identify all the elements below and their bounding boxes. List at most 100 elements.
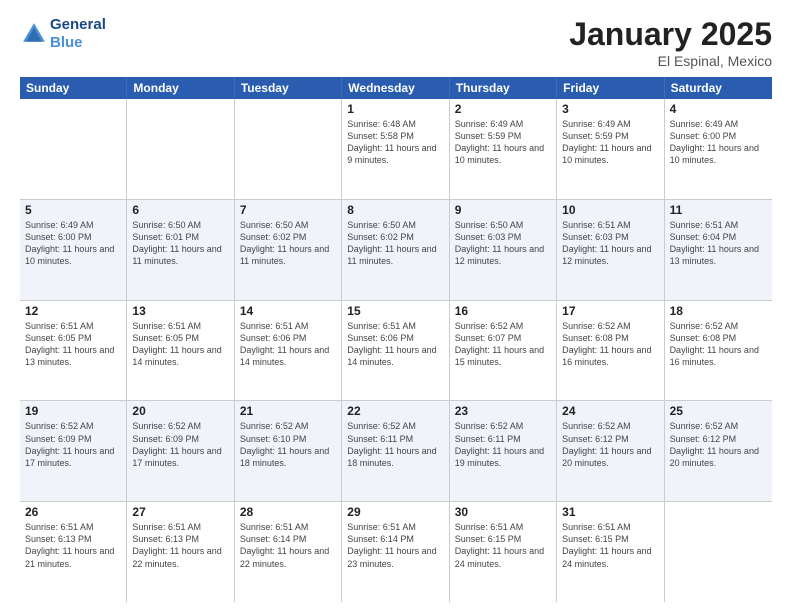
calendar-header-row: SundayMondayTuesdayWednesdayThursdayFrid…: [20, 77, 772, 99]
cell-info: Sunrise: 6:51 AM Sunset: 6:14 PM Dayligh…: [347, 521, 443, 570]
cell-info: Sunrise: 6:50 AM Sunset: 6:01 PM Dayligh…: [132, 219, 228, 268]
cell-info: Sunrise: 6:49 AM Sunset: 5:59 PM Dayligh…: [562, 118, 658, 167]
day-number: 28: [240, 505, 336, 519]
calendar-cell: 21 Sunrise: 6:52 AM Sunset: 6:10 PM Dayli…: [235, 401, 342, 501]
calendar-cell: 16 Sunrise: 6:52 AM Sunset: 6:07 PM Dayli…: [450, 301, 557, 401]
calendar-cell: 4 Sunrise: 6:49 AM Sunset: 6:00 PM Daylig…: [665, 99, 772, 199]
calendar-cell: 30Sunrise: 6:51 AM Sunset: 6:15 PM Dayli…: [450, 502, 557, 602]
calendar-cell: 10Sunrise: 6:51 AM Sunset: 6:03 PM Dayli…: [557, 200, 664, 300]
day-number: 21: [240, 404, 336, 418]
day-number: 27: [132, 505, 228, 519]
cell-info: Sunrise: 6:52 AM Sunset: 6:11 PM Dayligh…: [455, 420, 551, 469]
day-number: 6: [132, 203, 228, 217]
cell-info: Sunrise: 6:51 AM Sunset: 6:15 PM Dayligh…: [562, 521, 658, 570]
cell-info: Sunrise: 6:48 AM Sunset: 5:58 PM Dayligh…: [347, 118, 443, 167]
calendar-header-cell: Monday: [127, 77, 234, 99]
cell-info: Sunrise: 6:51 AM Sunset: 6:05 PM Dayligh…: [132, 320, 228, 369]
cell-info: Sunrise: 6:50 AM Sunset: 6:02 PM Dayligh…: [240, 219, 336, 268]
calendar-cell: 7 Sunrise: 6:50 AM Sunset: 6:02 PM Daylig…: [235, 200, 342, 300]
cell-info: Sunrise: 6:52 AM Sunset: 6:09 PM Dayligh…: [132, 420, 228, 469]
calendar-cell: 14Sunrise: 6:51 AM Sunset: 6:06 PM Dayli…: [235, 301, 342, 401]
calendar-cell: 3Sunrise: 6:49 AM Sunset: 5:59 PM Daylig…: [557, 99, 664, 199]
calendar-cell: 6 Sunrise: 6:50 AM Sunset: 6:01 PM Daylig…: [127, 200, 234, 300]
calendar-row: 26 Sunrise: 6:51 AM Sunset: 6:13 PM Dayli…: [20, 502, 772, 602]
day-number: 2: [455, 102, 551, 116]
day-number: 16: [455, 304, 551, 318]
calendar-cell: 22 Sunrise: 6:52 AM Sunset: 6:11 PM Dayli…: [342, 401, 449, 501]
day-number: 18: [670, 304, 767, 318]
day-number: 1: [347, 102, 443, 116]
day-number: 17: [562, 304, 658, 318]
calendar-cell: 29 Sunrise: 6:51 AM Sunset: 6:14 PM Dayli…: [342, 502, 449, 602]
calendar-cell: 2 Sunrise: 6:49 AM Sunset: 5:59 PM Daylig…: [450, 99, 557, 199]
calendar-cell: 24 Sunrise: 6:52 AM Sunset: 6:12 PM Dayli…: [557, 401, 664, 501]
calendar-cell: 5Sunrise: 6:49 AM Sunset: 6:00 PM Daylig…: [20, 200, 127, 300]
cell-info: Sunrise: 6:51 AM Sunset: 6:04 PM Dayligh…: [670, 219, 767, 268]
calendar-cell: [127, 99, 234, 199]
calendar-row: 1 Sunrise: 6:48 AM Sunset: 5:58 PM Daylig…: [20, 99, 772, 200]
day-number: 23: [455, 404, 551, 418]
calendar-cell: [20, 99, 127, 199]
calendar-cell: 11 Sunrise: 6:51 AM Sunset: 6:04 PM Dayli…: [665, 200, 772, 300]
calendar-cell: 9 Sunrise: 6:50 AM Sunset: 6:03 PM Daylig…: [450, 200, 557, 300]
cell-info: Sunrise: 6:52 AM Sunset: 6:09 PM Dayligh…: [25, 420, 121, 469]
calendar-cell: [235, 99, 342, 199]
cell-info: Sunrise: 6:49 AM Sunset: 6:00 PM Dayligh…: [670, 118, 767, 167]
logo-icon: [20, 20, 48, 48]
day-number: 25: [670, 404, 767, 418]
calendar-header-cell: Sunday: [20, 77, 127, 99]
calendar-cell: 19 Sunrise: 6:52 AM Sunset: 6:09 PM Dayli…: [20, 401, 127, 501]
calendar-cell: 12 Sunrise: 6:51 AM Sunset: 6:05 PM Dayli…: [20, 301, 127, 401]
calendar-header-cell: Thursday: [450, 77, 557, 99]
cell-info: Sunrise: 6:52 AM Sunset: 6:11 PM Dayligh…: [347, 420, 443, 469]
cell-info: Sunrise: 6:50 AM Sunset: 6:03 PM Dayligh…: [455, 219, 551, 268]
day-number: 15: [347, 304, 443, 318]
calendar-cell: 18 Sunrise: 6:52 AM Sunset: 6:08 PM Dayli…: [665, 301, 772, 401]
cell-info: Sunrise: 6:51 AM Sunset: 6:06 PM Dayligh…: [347, 320, 443, 369]
title-block: January 2025 El Espinal, Mexico: [569, 16, 772, 69]
cell-info: Sunrise: 6:49 AM Sunset: 5:59 PM Dayligh…: [455, 118, 551, 167]
day-number: 30: [455, 505, 551, 519]
calendar-title: January 2025: [569, 16, 772, 53]
calendar-header-cell: Saturday: [665, 77, 772, 99]
cell-info: Sunrise: 6:51 AM Sunset: 6:03 PM Dayligh…: [562, 219, 658, 268]
day-number: 8: [347, 203, 443, 217]
cell-info: Sunrise: 6:52 AM Sunset: 6:07 PM Dayligh…: [455, 320, 551, 369]
day-number: 24: [562, 404, 658, 418]
calendar-cell: 15 Sunrise: 6:51 AM Sunset: 6:06 PM Dayli…: [342, 301, 449, 401]
calendar-body: 1 Sunrise: 6:48 AM Sunset: 5:58 PM Daylig…: [20, 99, 772, 602]
day-number: 13: [132, 304, 228, 318]
calendar-row: 12 Sunrise: 6:51 AM Sunset: 6:05 PM Dayli…: [20, 301, 772, 402]
calendar-cell: 13 Sunrise: 6:51 AM Sunset: 6:05 PM Dayli…: [127, 301, 234, 401]
cell-info: Sunrise: 6:52 AM Sunset: 6:08 PM Dayligh…: [670, 320, 767, 369]
calendar: SundayMondayTuesdayWednesdayThursdayFrid…: [20, 77, 772, 602]
day-number: 19: [25, 404, 121, 418]
calendar-cell: 28Sunrise: 6:51 AM Sunset: 6:14 PM Dayli…: [235, 502, 342, 602]
day-number: 26: [25, 505, 121, 519]
header: General Blue January 2025 El Espinal, Me…: [20, 16, 772, 69]
cell-info: Sunrise: 6:52 AM Sunset: 6:12 PM Dayligh…: [562, 420, 658, 469]
calendar-header-cell: Friday: [557, 77, 664, 99]
day-number: 11: [670, 203, 767, 217]
calendar-cell: 23 Sunrise: 6:52 AM Sunset: 6:11 PM Dayli…: [450, 401, 557, 501]
cell-info: Sunrise: 6:51 AM Sunset: 6:06 PM Dayligh…: [240, 320, 336, 369]
cell-info: Sunrise: 6:51 AM Sunset: 6:05 PM Dayligh…: [25, 320, 121, 369]
day-number: 7: [240, 203, 336, 217]
calendar-cell: 20 Sunrise: 6:52 AM Sunset: 6:09 PM Dayli…: [127, 401, 234, 501]
calendar-cell: 27Sunrise: 6:51 AM Sunset: 6:13 PM Dayli…: [127, 502, 234, 602]
day-number: 22: [347, 404, 443, 418]
calendar-header-cell: Wednesday: [342, 77, 449, 99]
day-number: 9: [455, 203, 551, 217]
cell-info: Sunrise: 6:50 AM Sunset: 6:02 PM Dayligh…: [347, 219, 443, 268]
cell-info: Sunrise: 6:51 AM Sunset: 6:13 PM Dayligh…: [25, 521, 121, 570]
day-number: 31: [562, 505, 658, 519]
day-number: 20: [132, 404, 228, 418]
cell-info: Sunrise: 6:52 AM Sunset: 6:12 PM Dayligh…: [670, 420, 767, 469]
calendar-cell: 8 Sunrise: 6:50 AM Sunset: 6:02 PM Daylig…: [342, 200, 449, 300]
cell-info: Sunrise: 6:52 AM Sunset: 6:10 PM Dayligh…: [240, 420, 336, 469]
page: General Blue January 2025 El Espinal, Me…: [0, 0, 792, 612]
day-number: 29: [347, 505, 443, 519]
calendar-row: 19 Sunrise: 6:52 AM Sunset: 6:09 PM Dayli…: [20, 401, 772, 502]
day-number: 4: [670, 102, 767, 116]
day-number: 12: [25, 304, 121, 318]
